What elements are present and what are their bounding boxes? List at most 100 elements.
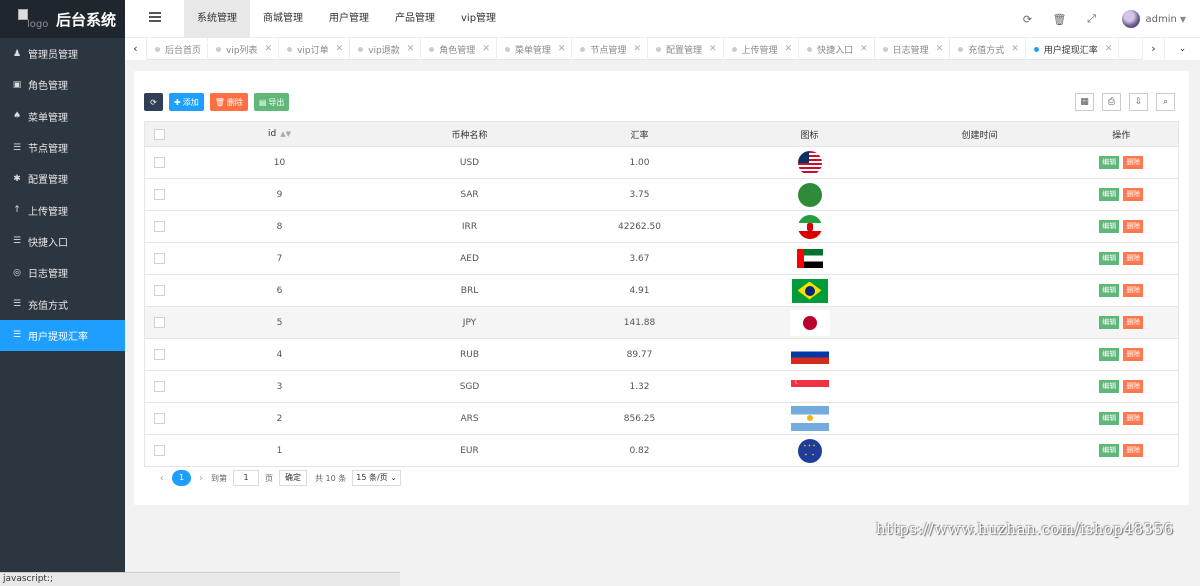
close-icon[interactable]: ✕ <box>336 44 344 54</box>
prev-page-icon[interactable]: ‹ <box>160 473 164 484</box>
edit-button[interactable]: 编辑 <box>1099 316 1120 329</box>
col-id[interactable]: id ▲▼ <box>174 121 385 147</box>
edit-button[interactable]: 编辑 <box>1099 284 1120 297</box>
page-tab[interactable]: 节点管理 ✕ <box>572 38 648 60</box>
row-delete-button[interactable]: 删除 <box>1123 444 1144 457</box>
row-delete-button[interactable]: 删除 <box>1123 348 1144 361</box>
delete-button[interactable]: 🗑 删除 <box>209 93 248 111</box>
top-nav-item[interactable]: 系统管理 <box>184 0 250 38</box>
page-tab[interactable]: 角色管理 ✕ <box>421 38 497 60</box>
row-checkbox[interactable] <box>154 381 166 392</box>
user-menu[interactable]: admin ▼ <box>1121 10 1186 28</box>
menu-toggle-icon[interactable] <box>149 12 161 24</box>
close-icon[interactable]: ✕ <box>709 44 717 54</box>
sidebar-item[interactable]: ☰ 用户提现汇率 <box>0 319 125 351</box>
tab-menu-chevron-icon[interactable]: ⌄ <box>1164 38 1200 60</box>
edit-button[interactable]: 编辑 <box>1099 380 1120 393</box>
edit-button[interactable]: 编辑 <box>1099 156 1120 169</box>
row-checkbox[interactable] <box>154 189 166 200</box>
row-delete-button[interactable]: 删除 <box>1123 220 1144 233</box>
edit-button[interactable]: 编辑 <box>1099 252 1120 265</box>
row-checkbox[interactable] <box>154 157 166 168</box>
table-row[interactable]: 6 BRL 4.91 编辑 删除 <box>144 274 1179 307</box>
columns-icon[interactable]: ▦ <box>1075 93 1094 111</box>
search-icon[interactable]: ⌕ <box>1156 93 1175 111</box>
current-page[interactable]: 1 <box>172 470 191 486</box>
top-nav-item[interactable]: 产品管理 <box>382 0 448 38</box>
sidebar-item[interactable]: ☰ 节点管理 <box>0 132 125 163</box>
fullscreen-icon[interactable]: ⤢ <box>1076 12 1108 26</box>
select-all-checkbox[interactable] <box>154 128 166 140</box>
close-icon[interactable]: ✕ <box>407 44 415 54</box>
table-row[interactable]: 7 AED 3.67 编辑 删除 <box>144 242 1179 275</box>
edit-button[interactable]: 编辑 <box>1099 348 1120 361</box>
table-row[interactable]: 8 IRR 42262.50 编辑 删除 <box>144 210 1179 243</box>
page-tab[interactable]: 充值方式 ✕ <box>950 38 1026 60</box>
close-icon[interactable]: ✕ <box>1105 44 1113 54</box>
close-icon[interactable]: ✕ <box>633 44 641 54</box>
refresh-button[interactable]: ⟳ <box>144 93 163 111</box>
edit-button[interactable]: 编辑 <box>1099 188 1120 201</box>
row-delete-button[interactable]: 删除 <box>1123 252 1144 265</box>
row-checkbox[interactable] <box>154 413 166 424</box>
sidebar-item[interactable]: ☰ 充值方式 <box>0 288 125 319</box>
top-nav-item[interactable]: 用户管理 <box>316 0 382 38</box>
row-checkbox[interactable] <box>154 349 166 360</box>
row-delete-button[interactable]: 删除 <box>1123 284 1144 297</box>
table-row[interactable]: 2 ARS 856.25 编辑 删除 <box>144 402 1179 435</box>
page-tab[interactable]: vip退款 ✕ <box>350 38 422 60</box>
row-delete-button[interactable]: 删除 <box>1123 380 1144 393</box>
trash-icon[interactable]: 🗑 <box>1044 13 1076 26</box>
close-icon[interactable]: ✕ <box>860 44 868 54</box>
add-button[interactable]: ✚ 添加 <box>169 93 204 111</box>
close-icon[interactable]: ✕ <box>558 44 566 54</box>
page-tab[interactable]: 后台首页 <box>147 38 209 60</box>
page-size-select[interactable]: 15 条/页 ⌄ <box>352 470 401 486</box>
page-tab[interactable]: 日志管理 ✕ <box>875 38 951 60</box>
table-row[interactable]: 10 USD 1.00 编辑 删除 <box>144 146 1179 179</box>
table-row[interactable]: 4 RUB 89.77 编辑 删除 <box>144 338 1179 371</box>
edit-button[interactable]: 编辑 <box>1099 220 1120 233</box>
table-row[interactable]: 1EUR0.82 编辑删除 <box>144 434 1179 467</box>
page-tab[interactable]: 用户提现汇率 ✕ <box>1026 38 1120 60</box>
page-tab[interactable]: 上传管理 ✕ <box>724 38 800 60</box>
close-icon[interactable]: ✕ <box>936 44 944 54</box>
export-button[interactable]: ▤ 导出 <box>253 93 290 111</box>
close-icon[interactable]: ✕ <box>785 44 793 54</box>
row-delete-button[interactable]: 删除 <box>1123 412 1144 425</box>
print-icon[interactable]: ⎙ <box>1102 93 1121 111</box>
sidebar-item[interactable]: ♠ 菜单管理 <box>0 101 125 132</box>
sidebar-item[interactable]: ▣ 角色管理 <box>0 69 125 100</box>
row-delete-button[interactable]: 删除 <box>1123 156 1144 169</box>
goto-confirm-button[interactable]: 确定 <box>279 470 307 486</box>
sidebar-item[interactable]: ◎ 日志管理 <box>0 257 125 288</box>
page-tab[interactable]: vip订单 ✕ <box>279 38 351 60</box>
row-checkbox[interactable] <box>154 285 166 296</box>
page-tab[interactable]: 快捷入口 ✕ <box>799 38 875 60</box>
close-icon[interactable]: ✕ <box>265 44 273 54</box>
tab-scroll-right-icon[interactable]: › <box>1142 38 1164 60</box>
row-delete-button[interactable]: 删除 <box>1123 316 1144 329</box>
page-tab[interactable]: 配置管理 ✕ <box>648 38 724 60</box>
row-checkbox[interactable] <box>154 317 166 328</box>
row-checkbox[interactable] <box>154 445 166 456</box>
sidebar-item[interactable]: ↑ 上传管理 <box>0 194 125 225</box>
row-checkbox[interactable] <box>154 221 166 232</box>
close-icon[interactable]: ✕ <box>482 44 490 54</box>
logo[interactable]: logo <box>18 9 50 30</box>
page-tab[interactable]: vip列表 ✕ <box>208 38 280 60</box>
top-nav-item[interactable]: 商城管理 <box>250 0 316 38</box>
export-table-icon[interactable]: ⇩ <box>1129 93 1148 111</box>
sidebar-item[interactable]: ✱ 配置管理 <box>0 163 125 194</box>
sidebar-item[interactable]: ☰ 快捷入口 <box>0 226 125 257</box>
table-row[interactable]: 9 SAR 3.75 编辑 删除 <box>144 178 1179 211</box>
row-checkbox[interactable] <box>154 253 166 264</box>
edit-button[interactable]: 编辑 <box>1099 412 1120 425</box>
sidebar-item[interactable]: ♟ 管理员管理 <box>0 38 125 69</box>
tab-scroll-left-icon[interactable]: ‹ <box>125 38 147 60</box>
table-row[interactable]: 3SGD1.32 编辑删除 <box>144 370 1179 403</box>
goto-page-input[interactable]: 1 <box>233 470 259 486</box>
close-icon[interactable]: ✕ <box>1011 44 1019 54</box>
edit-button[interactable]: 编辑 <box>1099 444 1120 457</box>
top-nav-item[interactable]: vip管理 <box>448 0 509 38</box>
